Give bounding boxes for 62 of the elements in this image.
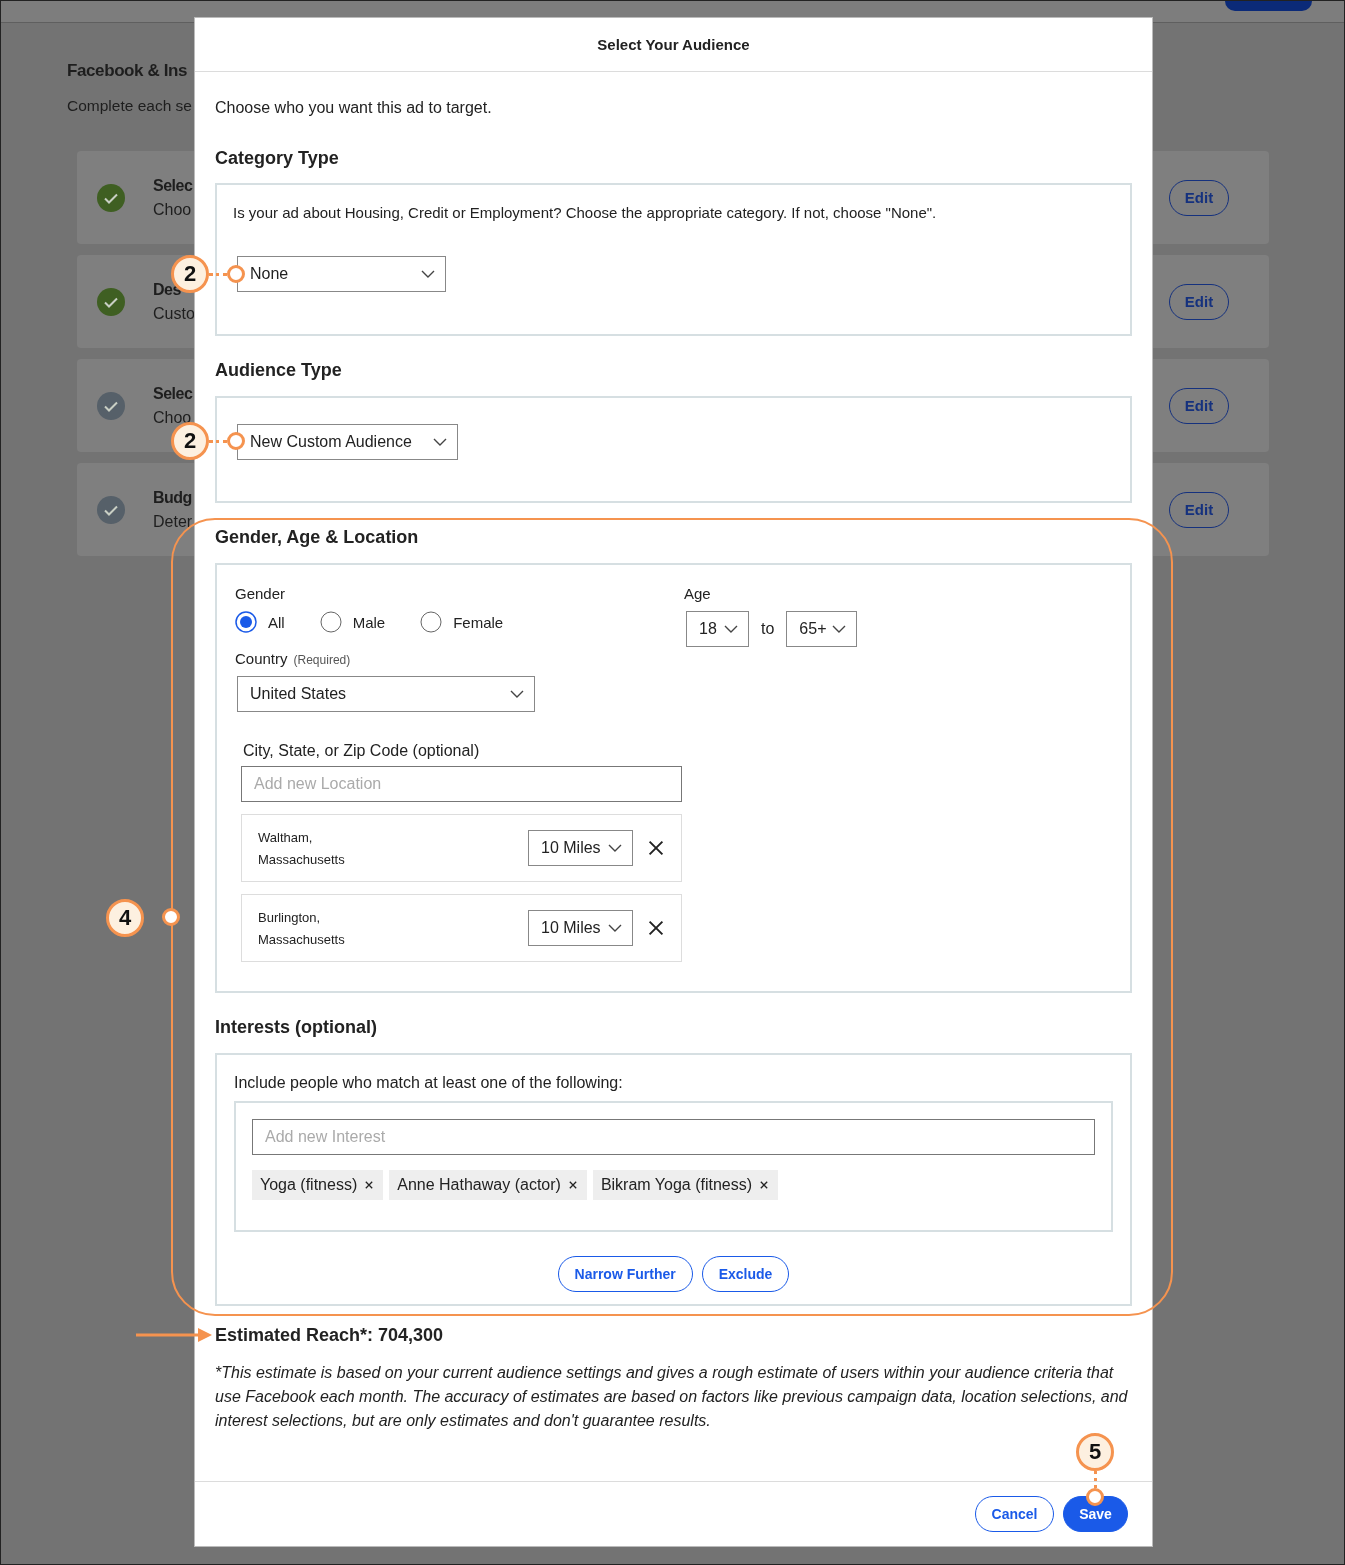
close-icon[interactable] xyxy=(648,840,664,856)
action-button[interactable]: Narrow Further xyxy=(557,1256,693,1292)
step-description: Choo xyxy=(153,200,192,219)
radius-dropdown[interactable]: 10 Miles xyxy=(528,830,633,866)
chevron-down-icon xyxy=(832,625,847,633)
step-description: Custo xyxy=(153,304,195,323)
chevron-down-icon xyxy=(724,625,738,633)
category-dropdown[interactable]: None xyxy=(237,256,446,292)
country-dropdown[interactable]: United States xyxy=(237,676,535,712)
interests-prompt: Include people who match at least one of the following: xyxy=(234,1074,624,1092)
cancel-button[interactable]: Cancel xyxy=(975,1496,1054,1532)
range-separator: to xyxy=(761,620,775,638)
step-title: Selec xyxy=(153,384,193,403)
radius-dropdown[interactable]: 10 Miles xyxy=(528,910,633,946)
audience-dropdown[interactable]: New Custom Audience xyxy=(237,424,458,460)
field-label: City, State, or Zip Code (optional) xyxy=(243,742,481,760)
radio-button[interactable] xyxy=(420,611,443,633)
radio-button[interactable] xyxy=(319,611,342,633)
step-title: Budg xyxy=(153,488,192,507)
age-max-dropdown[interactable]: 65+ xyxy=(786,611,858,647)
estimated-reach: Estimated Reach*: 704,300 xyxy=(215,1325,445,1346)
header-button[interactable] xyxy=(1225,1,1312,11)
step-title: Selec xyxy=(153,176,193,195)
required-hint: (Required) xyxy=(293,653,351,667)
category-question: Is your ad about Housing, Credit or Employment? Choose the appropriate category. If not, choose "None". xyxy=(233,204,938,221)
chevron-down-icon xyxy=(421,270,435,278)
disclaimer-text: *This estimate is based on your current audience settings and gives a rough estimate of users within your audience criteria that use Facebook each month. The accuracy of estimates are based on factors like previous campaign data, location selections, and interest selections, but are only estimates and don't guarantee results. xyxy=(215,1363,1129,1431)
intro-text: Choose who you want this ad to target. xyxy=(215,99,493,117)
dialog-title: Select Your Audience xyxy=(597,36,750,53)
field-label: Gender xyxy=(235,585,287,602)
age-min-dropdown[interactable]: 18 xyxy=(686,611,749,647)
step-title: Des xyxy=(153,280,181,299)
step-description: Deter xyxy=(153,512,193,531)
state-text: Massachusetts xyxy=(258,851,345,867)
city-text: Waltham, xyxy=(258,829,314,845)
radio-label[interactable]: All xyxy=(268,613,285,631)
field-label: Country xyxy=(235,650,288,667)
page-subtitle: Complete each se xyxy=(67,97,192,115)
radio-label[interactable]: Male xyxy=(352,613,386,631)
section-heading: Gender, Age & Location xyxy=(215,527,420,548)
tag-label: Anne Hathaway (actor) xyxy=(397,1176,561,1194)
city-text: Burlington, xyxy=(258,909,322,925)
chevron-down-icon xyxy=(608,924,622,932)
section-heading: Category Type xyxy=(215,148,340,169)
remove-icon[interactable] xyxy=(568,1181,577,1189)
radio-button[interactable] xyxy=(235,611,257,633)
action-button[interactable]: Exclude xyxy=(701,1256,790,1292)
page-title: Facebook & Ins xyxy=(67,61,188,81)
section-heading: Audience Type xyxy=(215,360,343,381)
tag-label: Yoga (fitness) xyxy=(260,1176,358,1194)
chevron-down-icon xyxy=(510,690,524,698)
chevron-down-icon xyxy=(608,844,622,852)
remove-icon[interactable] xyxy=(365,1181,374,1189)
radio-label[interactable]: Female xyxy=(453,613,504,631)
close-icon[interactable] xyxy=(648,920,664,936)
save-button[interactable]: Save xyxy=(1063,1496,1128,1532)
remove-icon[interactable] xyxy=(760,1181,769,1189)
section-heading: Interests (optional) xyxy=(215,1017,378,1038)
tag-label: Bikram Yoga (fitness) xyxy=(600,1176,753,1194)
chevron-down-icon xyxy=(433,438,447,446)
field-label: Age xyxy=(684,585,712,602)
state-text: Massachusetts xyxy=(258,931,345,947)
